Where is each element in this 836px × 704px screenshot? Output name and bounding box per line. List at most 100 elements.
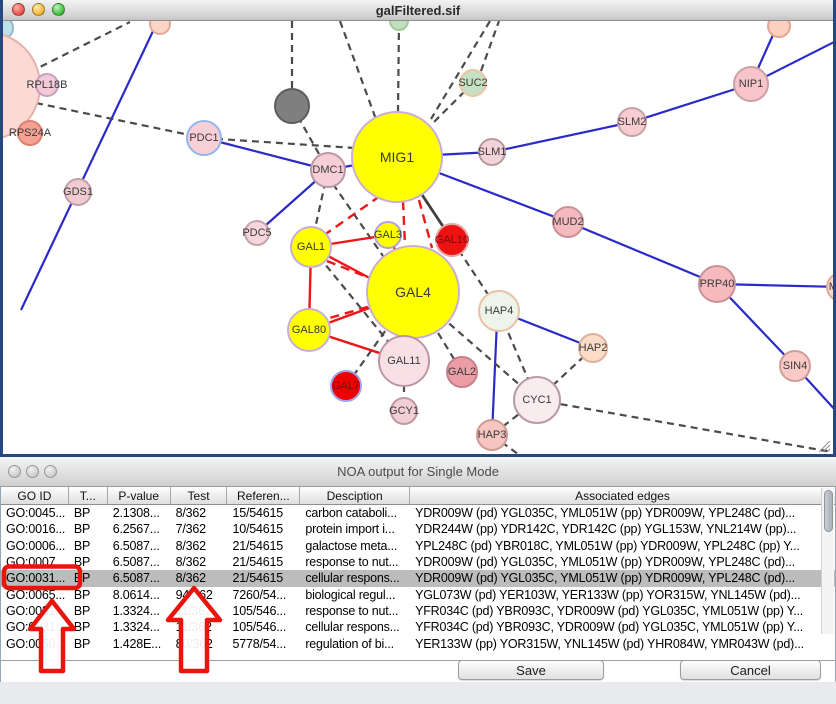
table-row[interactable]: GO:0016...BP6.2567...7/36210/54615protei… xyxy=(1,521,835,537)
table-cell: 21/54615 xyxy=(228,538,301,554)
table-cell: BP xyxy=(69,603,108,619)
node-label-NIP1: NIP1 xyxy=(739,78,763,90)
node-label-CYC1: CYC1 xyxy=(522,394,551,406)
column-header-associated-edges[interactable]: Associated edges xyxy=(410,487,835,504)
table-cell: regulation of bi... xyxy=(300,636,410,652)
table-cell: 15/54615 xyxy=(228,505,301,521)
node-label-RPL18B: RPL18B xyxy=(27,79,68,91)
edge-dash xyxy=(340,21,377,122)
table-cell: YDR009W (pd) YGL035C, YML051W (pp) YDR00… xyxy=(410,554,835,570)
table-row[interactable]: GO:0031...BP1.3324...11/362105/546...res… xyxy=(1,603,835,619)
table-cell: 105/546... xyxy=(228,603,301,619)
table-cell: 80/362 xyxy=(171,636,228,652)
noa-titlebar[interactable]: NOA output for Single Mode xyxy=(0,457,836,487)
node-gray-node[interactable] xyxy=(275,89,309,123)
scrollbar-thumb[interactable] xyxy=(824,490,833,532)
node-label-PDC1: PDC1 xyxy=(189,132,218,144)
table-cell: cellular respons... xyxy=(300,619,410,635)
table-cell: 11/362 xyxy=(171,619,228,635)
table-row[interactable]: GO:0006...BP6.5087...8/36221/54615galact… xyxy=(1,538,835,554)
node-label-GAL2: GAL2 xyxy=(448,366,476,378)
table-row[interactable]: GO:0031...BP6.5087...8/36221/54615cellul… xyxy=(1,570,835,586)
table-cell: 8/362 xyxy=(171,505,228,521)
table-cell: cellular respons... xyxy=(300,570,410,586)
noa-panel-title: NOA output for Single Mode xyxy=(337,464,499,479)
node-label-GAL1: GAL1 xyxy=(297,241,325,253)
table-cell: 7260/54... xyxy=(228,587,301,603)
table-cell: GO:0031... xyxy=(1,570,69,586)
table-cell: protein import i... xyxy=(300,521,410,537)
save-button[interactable]: Save xyxy=(458,660,604,680)
node-label-MSN: MSN xyxy=(829,281,836,293)
column-header-t-[interactable]: T... xyxy=(69,487,108,504)
minimize-button[interactable] xyxy=(32,3,45,16)
edge-dash xyxy=(36,103,204,138)
zoom-button[interactable] xyxy=(52,3,65,16)
edge-blue xyxy=(492,320,497,435)
table-cell: YDR009W (pd) YGL035C, YML051W (pp) YDR00… xyxy=(410,505,835,521)
table-cell: BP xyxy=(69,521,108,537)
table-cell: response to nut... xyxy=(300,554,410,570)
table-cell: YER133W (pp) YOR315W, YNL145W (pd) YHR08… xyxy=(410,636,835,652)
node-label-SUC2: SUC2 xyxy=(458,77,487,89)
table-cell: 10/54615 xyxy=(228,521,301,537)
table-cell: carbon cataboli... xyxy=(300,505,410,521)
node-label-GAL3: GAL3 xyxy=(374,229,402,241)
vertical-scrollbar[interactable] xyxy=(821,488,834,634)
node-label-PDC5: PDC5 xyxy=(242,227,271,239)
table-cell: 21/54615 xyxy=(228,570,301,586)
table-cell: 1.3324... xyxy=(108,603,171,619)
table-row[interactable]: GO:0050...BP1.428E...80/3625778/54...reg… xyxy=(1,636,835,652)
table-cell: 6.5087... xyxy=(108,538,171,554)
table-cell: GO:0007... xyxy=(1,554,69,570)
edge-dash xyxy=(398,21,399,113)
table-cell: GO:0031... xyxy=(1,619,69,635)
network-titlebar[interactable]: galFiltered.sif xyxy=(3,0,833,21)
table-row[interactable]: GO:0065...BP8.0614...94/3627260/54...bio… xyxy=(1,587,835,603)
column-header-referen-[interactable]: Referen... xyxy=(227,487,300,504)
table-cell: BP xyxy=(69,554,108,570)
node-label-GDS1: GDS1 xyxy=(63,186,93,198)
table-cell: 8/362 xyxy=(171,570,228,586)
table-cell: 2.1308... xyxy=(108,505,171,521)
table-cell: 105/546... xyxy=(228,619,301,635)
column-header-test[interactable]: Test xyxy=(171,487,228,504)
table-cell: 6.5087... xyxy=(108,570,171,586)
node-label-HAP3: HAP3 xyxy=(478,429,507,441)
node-label-GAL4: GAL4 xyxy=(395,284,431,300)
table-cell: 8.0614... xyxy=(108,587,171,603)
table-row[interactable]: GO:0045...BP2.1308...8/36215/54615carbon… xyxy=(1,505,835,521)
column-header-go-id[interactable]: GO ID xyxy=(1,487,69,504)
table-cell: YFR034C (pd) YBR093C, YDR009W (pd) YGL03… xyxy=(410,619,835,635)
screenshot-root: RPL18BRPS24AGDS1PDC1PDC5MIG1SUC2SLM1SLM2… xyxy=(0,0,836,704)
node-label-DMC1: DMC1 xyxy=(312,164,343,176)
network-window-title: galFiltered.sif xyxy=(376,3,461,18)
table-cell: galactose meta... xyxy=(300,538,410,554)
table-cell: 6.5087... xyxy=(108,554,171,570)
close-button-inactive[interactable] xyxy=(8,465,21,478)
edge-dash xyxy=(30,22,130,72)
node-label-GAL11: GAL11 xyxy=(387,355,420,367)
column-header-desciption[interactable]: Desciption xyxy=(300,487,410,504)
node-label-GCY1: GCY1 xyxy=(389,405,419,417)
table-cell: 6.2567... xyxy=(108,521,171,537)
table-cell: 8/362 xyxy=(171,554,228,570)
go-results-table: GO IDT...P-valueTestReferen...Desciption… xyxy=(0,487,836,682)
table-cell: GO:0006... xyxy=(1,538,69,554)
resize-grip-icon[interactable] xyxy=(815,439,831,453)
table-cell: GO:0045... xyxy=(1,505,69,521)
network-window: RPL18BRPS24AGDS1PDC1PDC5MIG1SUC2SLM1SLM2… xyxy=(0,0,836,457)
edge-dash xyxy=(537,400,832,452)
table-cell: 21/54615 xyxy=(228,554,301,570)
minimize-button-inactive[interactable] xyxy=(26,465,39,478)
table-row[interactable]: GO:0007...BP6.5087...8/36221/54615respon… xyxy=(1,554,835,570)
network-canvas[interactable]: RPL18BRPS24AGDS1PDC1PDC5MIG1SUC2SLM1SLM2… xyxy=(0,0,836,457)
table-header-row[interactable]: GO IDT...P-valueTestReferen...Desciption… xyxy=(1,487,835,505)
table-cell: BP xyxy=(69,587,108,603)
cancel-button[interactable]: Cancel xyxy=(680,660,821,680)
node-label-GAL80: GAL80 xyxy=(292,324,326,336)
column-header-p-value[interactable]: P-value xyxy=(108,487,171,504)
close-button[interactable] xyxy=(12,3,25,16)
table-row[interactable]: GO:0031...BP1.3324...11/362105/546...cel… xyxy=(1,619,835,635)
zoom-button-inactive[interactable] xyxy=(44,465,57,478)
